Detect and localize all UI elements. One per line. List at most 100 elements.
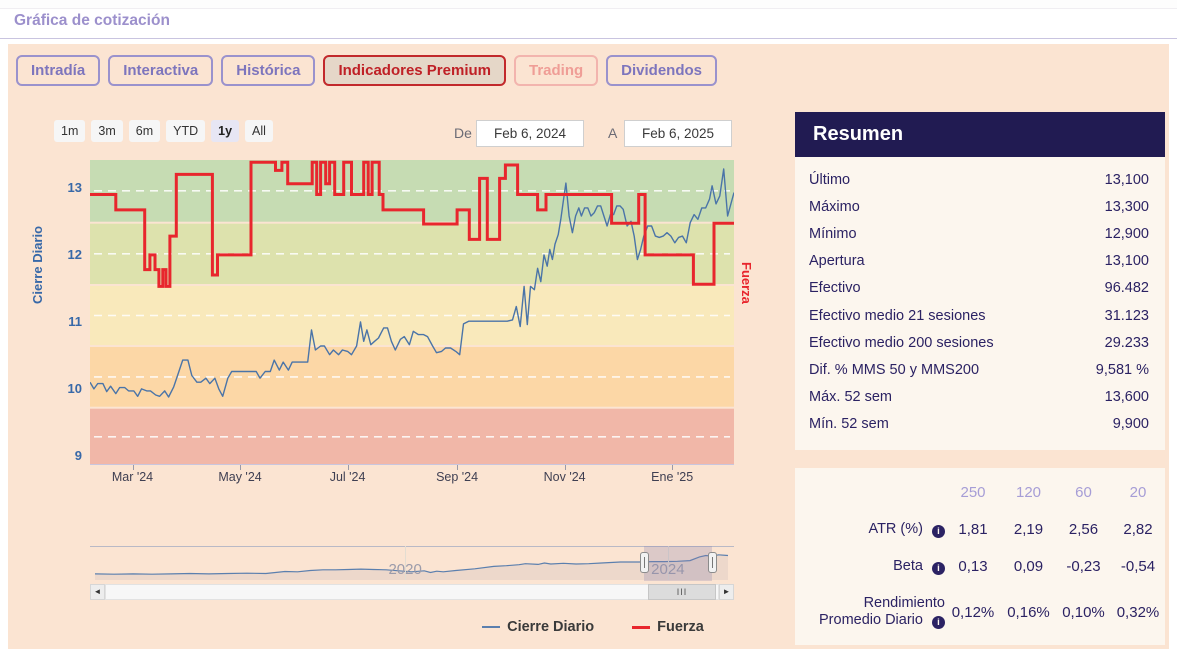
main-chart[interactable] [90,160,734,465]
x-tick-label: Jul '24 [311,470,385,484]
date-to-label: A [608,125,617,141]
stats-value-cell: 0,09 [1001,548,1056,585]
stats-row-label: ATR (%) i [795,511,945,548]
summary-row-label: Efectivo [809,279,861,297]
summary-row: Efectivo 96.482 [795,275,1165,302]
stats-table: 2501206020ATR (%) i1,812,192,562,82Beta … [795,468,1165,639]
tab-indicadores-premium[interactable]: Indicadores Premium [323,55,506,86]
chart-legend: Cierre Diario Fuerza [428,619,758,635]
stats-corner-cell [795,487,945,503]
scrollbar-right-icon[interactable]: ► [719,584,734,600]
info-icon[interactable]: i [932,562,945,575]
summary-row-value: 9,900 [1113,415,1149,433]
summary-row-label: Máx. 52 sem [809,388,892,406]
x-tick-label: Nov '24 [528,470,602,484]
stats-value-cell: 2,56 [1056,511,1111,548]
summary-row-label: Último [809,171,850,189]
tab-bar: Intradía Interactiva Histórica Indicador… [16,55,717,86]
range-button-3m[interactable]: 3m [91,120,122,142]
x-tick-label: Mar '24 [96,470,170,484]
date-from-input[interactable]: Feb 6, 2024 [476,120,584,147]
range-button-all[interactable]: All [245,120,273,142]
summary-row-label: Mín. 52 sem [809,415,889,433]
x-tick-mark [565,465,566,470]
tab-intradia[interactable]: Intradía [16,55,100,86]
y-tick-label: 12 [48,247,82,262]
summary-row: Apertura13,100 [795,248,1165,275]
range-button-6m[interactable]: 6m [129,120,160,142]
stats-row-label: Rendimiento Promedio Diario i [795,585,945,639]
stats-card: 2501206020ATR (%) i1,812,192,562,82Beta … [795,468,1165,645]
summary-row: Máximo 13,300 [795,193,1165,220]
tab-dividendos[interactable]: Dividendos [606,55,717,86]
stats-column-header: 120 [1001,478,1056,511]
summary-row-value: 31.123 [1105,307,1149,325]
summary-row-value: 12,900 [1105,225,1149,243]
range-button-ytd[interactable]: YTD [166,120,205,142]
stats-value-cell: 0,10% [1056,594,1111,631]
summary-row: Mínimo 12,900 [795,220,1165,247]
range-buttons: 1m 3m 6m YTD 1y All [54,120,273,142]
legend-item-cierre-diario[interactable]: Cierre Diario [482,619,594,635]
legend-item-fuerza[interactable]: Fuerza [632,619,704,635]
date-from-label: De [454,125,472,141]
summary-row-label: Apertura [809,252,865,270]
navigator-handle-left[interactable] [640,552,649,573]
x-tick-mark [672,465,673,470]
summary-row-value: 96.482 [1105,279,1149,297]
tab-trading[interactable]: Trading [514,55,598,86]
stats-value-cell: 0,13 [945,548,1001,585]
summary-row: Último13,100 [795,166,1165,193]
summary-row: Dif. % MMS 50 y MMS2009,581 % [795,356,1165,383]
stats-value-cell: 0,16% [1001,594,1056,631]
stats-value-cell: -0,54 [1111,548,1165,585]
y-tick-label: 13 [48,180,82,195]
tab-interactiva[interactable]: Interactiva [108,55,213,86]
stats-value-cell: 0,12% [945,594,1001,631]
stats-value-cell: 2,82 [1111,511,1165,548]
scrollbar-track[interactable] [105,584,719,600]
x-tick-label: May '24 [203,470,277,484]
range-button-1y[interactable]: 1y [211,120,239,142]
scrollbar-left-icon[interactable]: ◄ [90,584,105,600]
x-tick-label: Ene '25 [635,470,709,484]
stats-value-cell: 2,19 [1001,511,1056,548]
legend-swatch-icon [632,626,650,629]
summary-row-label: Efectivo medio 200 sesiones [809,334,994,352]
range-button-1m[interactable]: 1m [54,120,85,142]
quote-widget: Intradía Interactiva Histórica Indicador… [8,44,1169,649]
x-tick-mark [457,465,458,470]
stats-value-cell: 0,32% [1111,594,1165,631]
navigator-selection[interactable] [644,546,711,581]
summary-rows: Último13,100 Máximo 13,300 Mínimo 12,900 Aper… [795,157,1165,450]
summary-row-value: 9,581 % [1096,361,1149,379]
title-divider [0,38,1177,39]
y-tick-label: 9 [48,448,82,463]
stats-column-header: 20 [1111,478,1165,511]
stats-row-label: Beta i [795,548,945,585]
summary-row: Efectivo medio 200 sesiones 29.233 [795,329,1165,356]
info-icon[interactable]: i [932,616,945,629]
summary-row-value: 29.233 [1105,334,1149,352]
info-icon[interactable]: i [932,525,945,538]
x-tick-mark [133,465,134,470]
date-to-input[interactable]: Feb 6, 2025 [624,120,732,147]
navigator-year-label: 2020 [377,561,433,578]
stats-value-cell: -0,23 [1056,548,1111,585]
scrollbar: ◄ III ► [90,584,734,600]
stats-column-header: 60 [1056,478,1111,511]
y-axis-title: Cierre Diario [16,244,32,384]
tab-historica[interactable]: Histórica [221,55,315,86]
page-title: Gráfica de cotización [14,12,170,30]
y-tick-label: 10 [48,381,82,396]
summary-row-label: Máximo [809,198,860,216]
summary-row-value: 13,300 [1105,198,1149,216]
summary-row-value: 13,600 [1105,388,1149,406]
navigator-handle-right[interactable] [708,552,717,573]
scrollbar-thumb[interactable]: III [648,584,715,600]
summary-row-label: Mínimo [809,225,857,243]
right-axis-title: Fuerza [738,262,754,382]
y-tick-label: 11 [48,314,82,329]
legend-swatch-icon [482,626,500,628]
summary-row: Máx. 52 sem 13,600 [795,384,1165,411]
